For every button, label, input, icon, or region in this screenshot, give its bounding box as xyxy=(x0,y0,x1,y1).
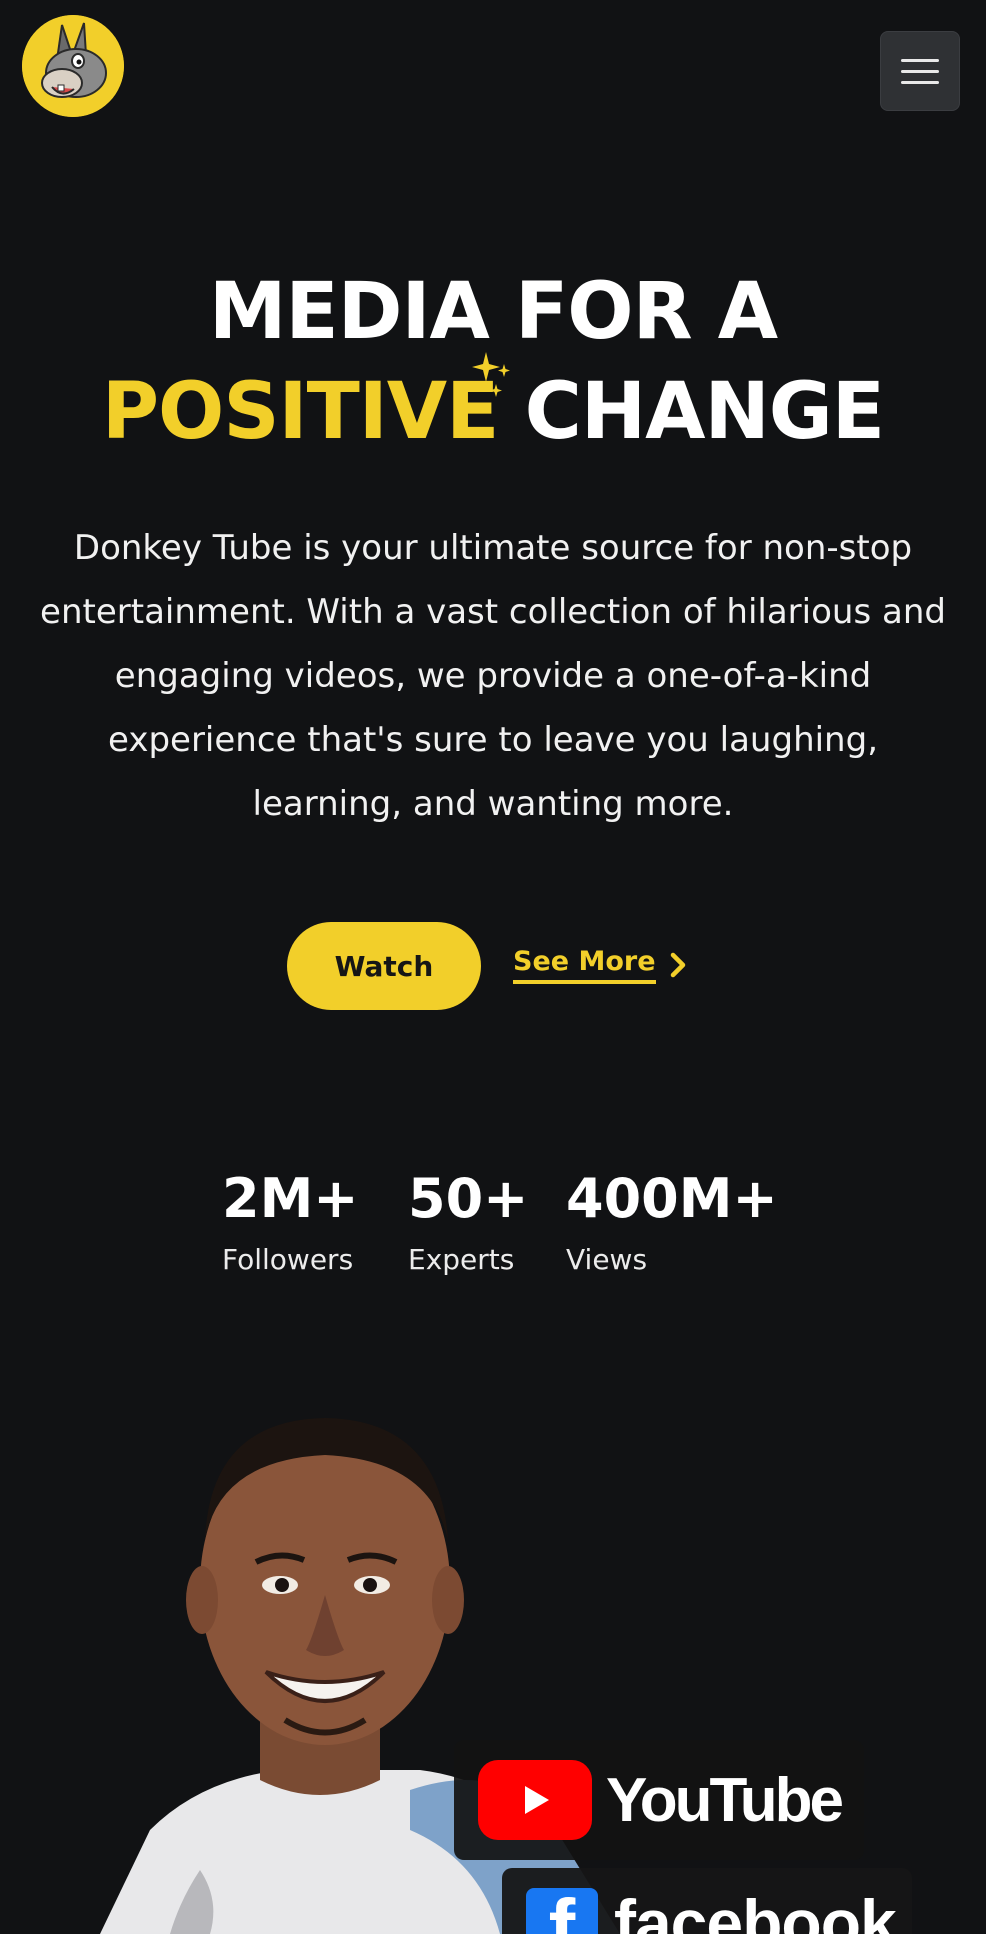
stat-value: 2M+ xyxy=(222,1167,359,1230)
stat-label: Experts xyxy=(408,1243,515,1276)
stat-views: 400M+ Views xyxy=(566,1164,778,1284)
youtube-wordmark: YouTube xyxy=(606,1765,844,1835)
hero-title-highlight: POSITIVE xyxy=(101,367,500,457)
stat-label: Followers xyxy=(222,1243,354,1276)
facebook-wordmark: facebook xyxy=(614,1886,897,1934)
play-triangle-icon xyxy=(525,1786,549,1814)
sparkles-icon xyxy=(472,352,510,397)
stat-followers: 2M+ Followers xyxy=(222,1164,359,1284)
watch-button[interactable]: Watch xyxy=(287,922,481,1010)
hero-title-line1: MEDIA FOR A xyxy=(208,267,778,357)
landing-page: MEDIA FOR A POSITIVE CHANGE Donkey Tube … xyxy=(0,0,986,1934)
facebook-card[interactable]: f facebook xyxy=(502,1868,912,1934)
hero-description: Donkey Tube is your ultimate source for … xyxy=(40,528,946,824)
hamburger-menu-icon-bar xyxy=(901,69,939,73)
stat-experts: 50+ Experts xyxy=(408,1164,528,1284)
hamburger-menu-icon-bar xyxy=(901,80,939,84)
menu-button[interactable] xyxy=(880,31,960,111)
youtube-card[interactable]: YouTube xyxy=(454,1740,864,1860)
stat-label: Views xyxy=(566,1243,648,1276)
logo[interactable] xyxy=(22,15,124,117)
chevron-right-icon xyxy=(670,952,685,978)
hero-title-line2: CHANGE xyxy=(524,367,885,457)
see-more-link[interactable]: See More xyxy=(513,946,690,984)
youtube-play-icon xyxy=(478,1760,592,1840)
stat-value: 50+ xyxy=(408,1167,529,1230)
hamburger-menu-icon xyxy=(901,58,939,62)
stat-value: 400M+ xyxy=(566,1167,778,1230)
facebook-icon: f xyxy=(526,1888,598,1934)
see-more-label: See More xyxy=(513,946,656,984)
donkey-logo-icon xyxy=(22,15,124,117)
